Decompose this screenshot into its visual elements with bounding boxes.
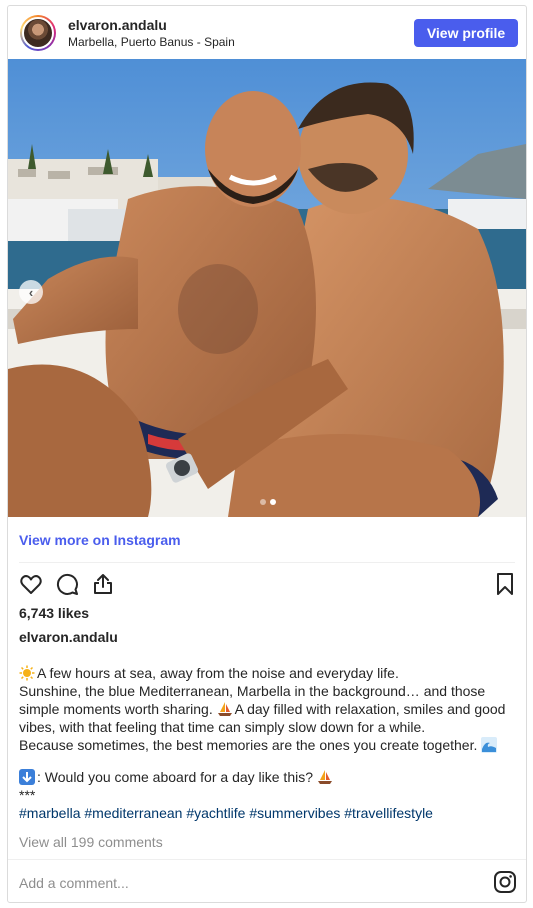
photo-illustration <box>8 59 526 517</box>
like-button[interactable] <box>17 570 45 598</box>
comment-icon <box>56 573 78 595</box>
caption-line: Because sometimes, the best memories are… <box>19 736 519 754</box>
add-comment-input[interactable]: Add a comment... <box>19 875 129 891</box>
bookmark-icon <box>497 573 513 595</box>
divider <box>19 562 515 563</box>
instagram-logo-icon[interactable] <box>493 870 517 894</box>
save-button[interactable] <box>491 570 519 598</box>
caption-line: *** <box>19 787 36 803</box>
comment-button[interactable] <box>53 570 81 598</box>
carousel-dots <box>260 499 276 505</box>
sailboat-icon <box>317 770 332 784</box>
post-header: elvaron.andalu Marbella, Puerto Banus - … <box>8 6 526 59</box>
carousel-dot <box>260 499 266 505</box>
view-more-link[interactable]: View more on Instagram <box>19 532 181 548</box>
caption-line: : Would you come aboard for a day like t… <box>19 768 519 786</box>
view-all-comments-link[interactable]: View all 199 comments <box>19 834 163 850</box>
down-arrow-icon <box>19 769 35 785</box>
caption: A few hours at sea, away from the noise … <box>19 664 519 822</box>
avatar[interactable] <box>20 15 56 51</box>
caption-text: : Would you come aboard for a day like t… <box>37 769 314 785</box>
heart-icon <box>20 575 42 594</box>
chevron-left-icon: ‹ <box>28 284 34 300</box>
header-username[interactable]: elvaron.andalu <box>68 17 167 33</box>
view-profile-button[interactable]: View profile <box>414 19 518 47</box>
share-button[interactable] <box>89 570 117 598</box>
caption-username[interactable]: elvaron.andalu <box>19 629 118 645</box>
caption-line: A few hours at sea, away from the noise … <box>19 664 519 682</box>
wave-icon <box>481 737 498 753</box>
hashtags[interactable]: #marbella #mediterranean #yachtlife #sum… <box>19 804 519 822</box>
carousel-dot-active <box>270 499 276 505</box>
sailboat-icon <box>217 702 232 716</box>
carousel-prev-button[interactable]: ‹ <box>19 280 43 304</box>
caption-line: Sunshine, the blue Mediterranean, Marbel… <box>19 682 519 736</box>
share-icon <box>94 574 112 594</box>
sun-icon <box>19 665 35 681</box>
location-label[interactable]: Marbella, Puerto Banus - Spain <box>68 35 235 49</box>
avatar-image <box>22 17 54 49</box>
divider <box>8 859 526 860</box>
post-photo[interactable]: ‹ <box>8 59 526 517</box>
instagram-embed-card: elvaron.andalu Marbella, Puerto Banus - … <box>7 5 527 903</box>
action-bar <box>17 570 517 600</box>
caption-text: Because sometimes, the best memories are… <box>19 737 478 753</box>
caption-text: A few hours at sea, away from the noise … <box>37 665 399 681</box>
likes-count[interactable]: 6,743 likes <box>19 605 89 621</box>
caption-spacer <box>19 754 519 768</box>
